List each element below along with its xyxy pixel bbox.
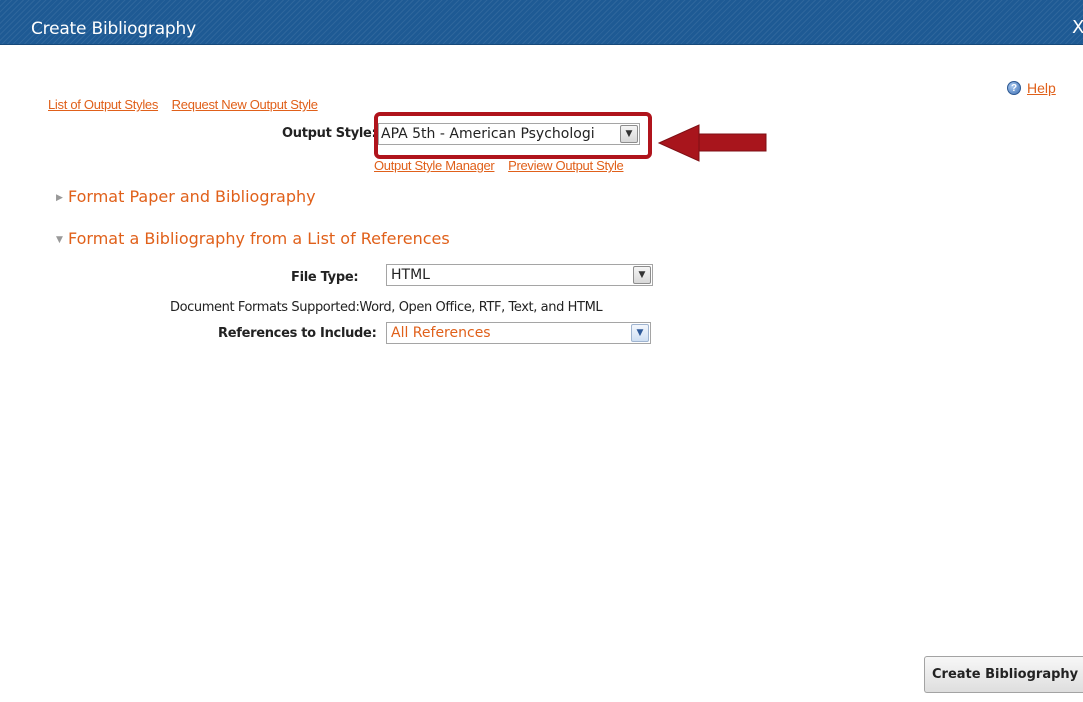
dialog-title: Create Bibliography	[31, 19, 196, 39]
section-format-paper-label: Format Paper and Bibliography	[68, 187, 316, 206]
document-formats-text: Document Formats Supported:Word, Open Of…	[170, 300, 603, 315]
help-icon[interactable]: ?	[1007, 81, 1021, 95]
file-type-label: File Type:	[291, 270, 359, 285]
arrow-left-icon	[657, 124, 767, 162]
caret-right-icon: ▶	[56, 193, 63, 203]
chevron-down-icon[interactable]: ▼	[633, 266, 651, 284]
file-type-value: HTML	[391, 267, 430, 283]
section-format-list[interactable]: ▼ Format a Bibliography from a List of Re…	[56, 229, 450, 248]
output-style-sub-links: Output Style Manager Preview Output Styl…	[374, 158, 633, 173]
caret-down-icon: ▼	[56, 235, 63, 245]
dialog-titlebar: Create Bibliography X	[0, 0, 1083, 45]
section-format-paper[interactable]: ▶ Format Paper and Bibliography	[56, 187, 316, 206]
references-label: References to Include:	[218, 326, 377, 341]
create-bibliography-button[interactable]: Create Bibliography	[924, 656, 1083, 693]
close-icon[interactable]: X	[1072, 17, 1083, 38]
file-type-select[interactable]: HTML ▼	[386, 264, 653, 286]
request-output-style-link[interactable]: Request New Output Style	[172, 97, 318, 112]
help-link[interactable]: Help	[1027, 80, 1056, 96]
output-style-manager-link[interactable]: Output Style Manager	[374, 158, 495, 173]
style-links: List of Output Styles Request New Output…	[48, 97, 328, 112]
references-value: All References	[391, 325, 491, 341]
output-style-label: Output Style:	[282, 126, 377, 141]
help-area: ? Help	[1007, 80, 1056, 96]
highlight-box	[374, 112, 652, 159]
chevron-down-icon[interactable]: ▼	[631, 324, 649, 342]
list-output-styles-link[interactable]: List of Output Styles	[48, 97, 158, 112]
section-format-list-label: Format a Bibliography from a List of Ref…	[68, 229, 450, 248]
preview-output-style-link[interactable]: Preview Output Style	[508, 158, 624, 173]
references-select[interactable]: All References ▼	[386, 322, 651, 344]
